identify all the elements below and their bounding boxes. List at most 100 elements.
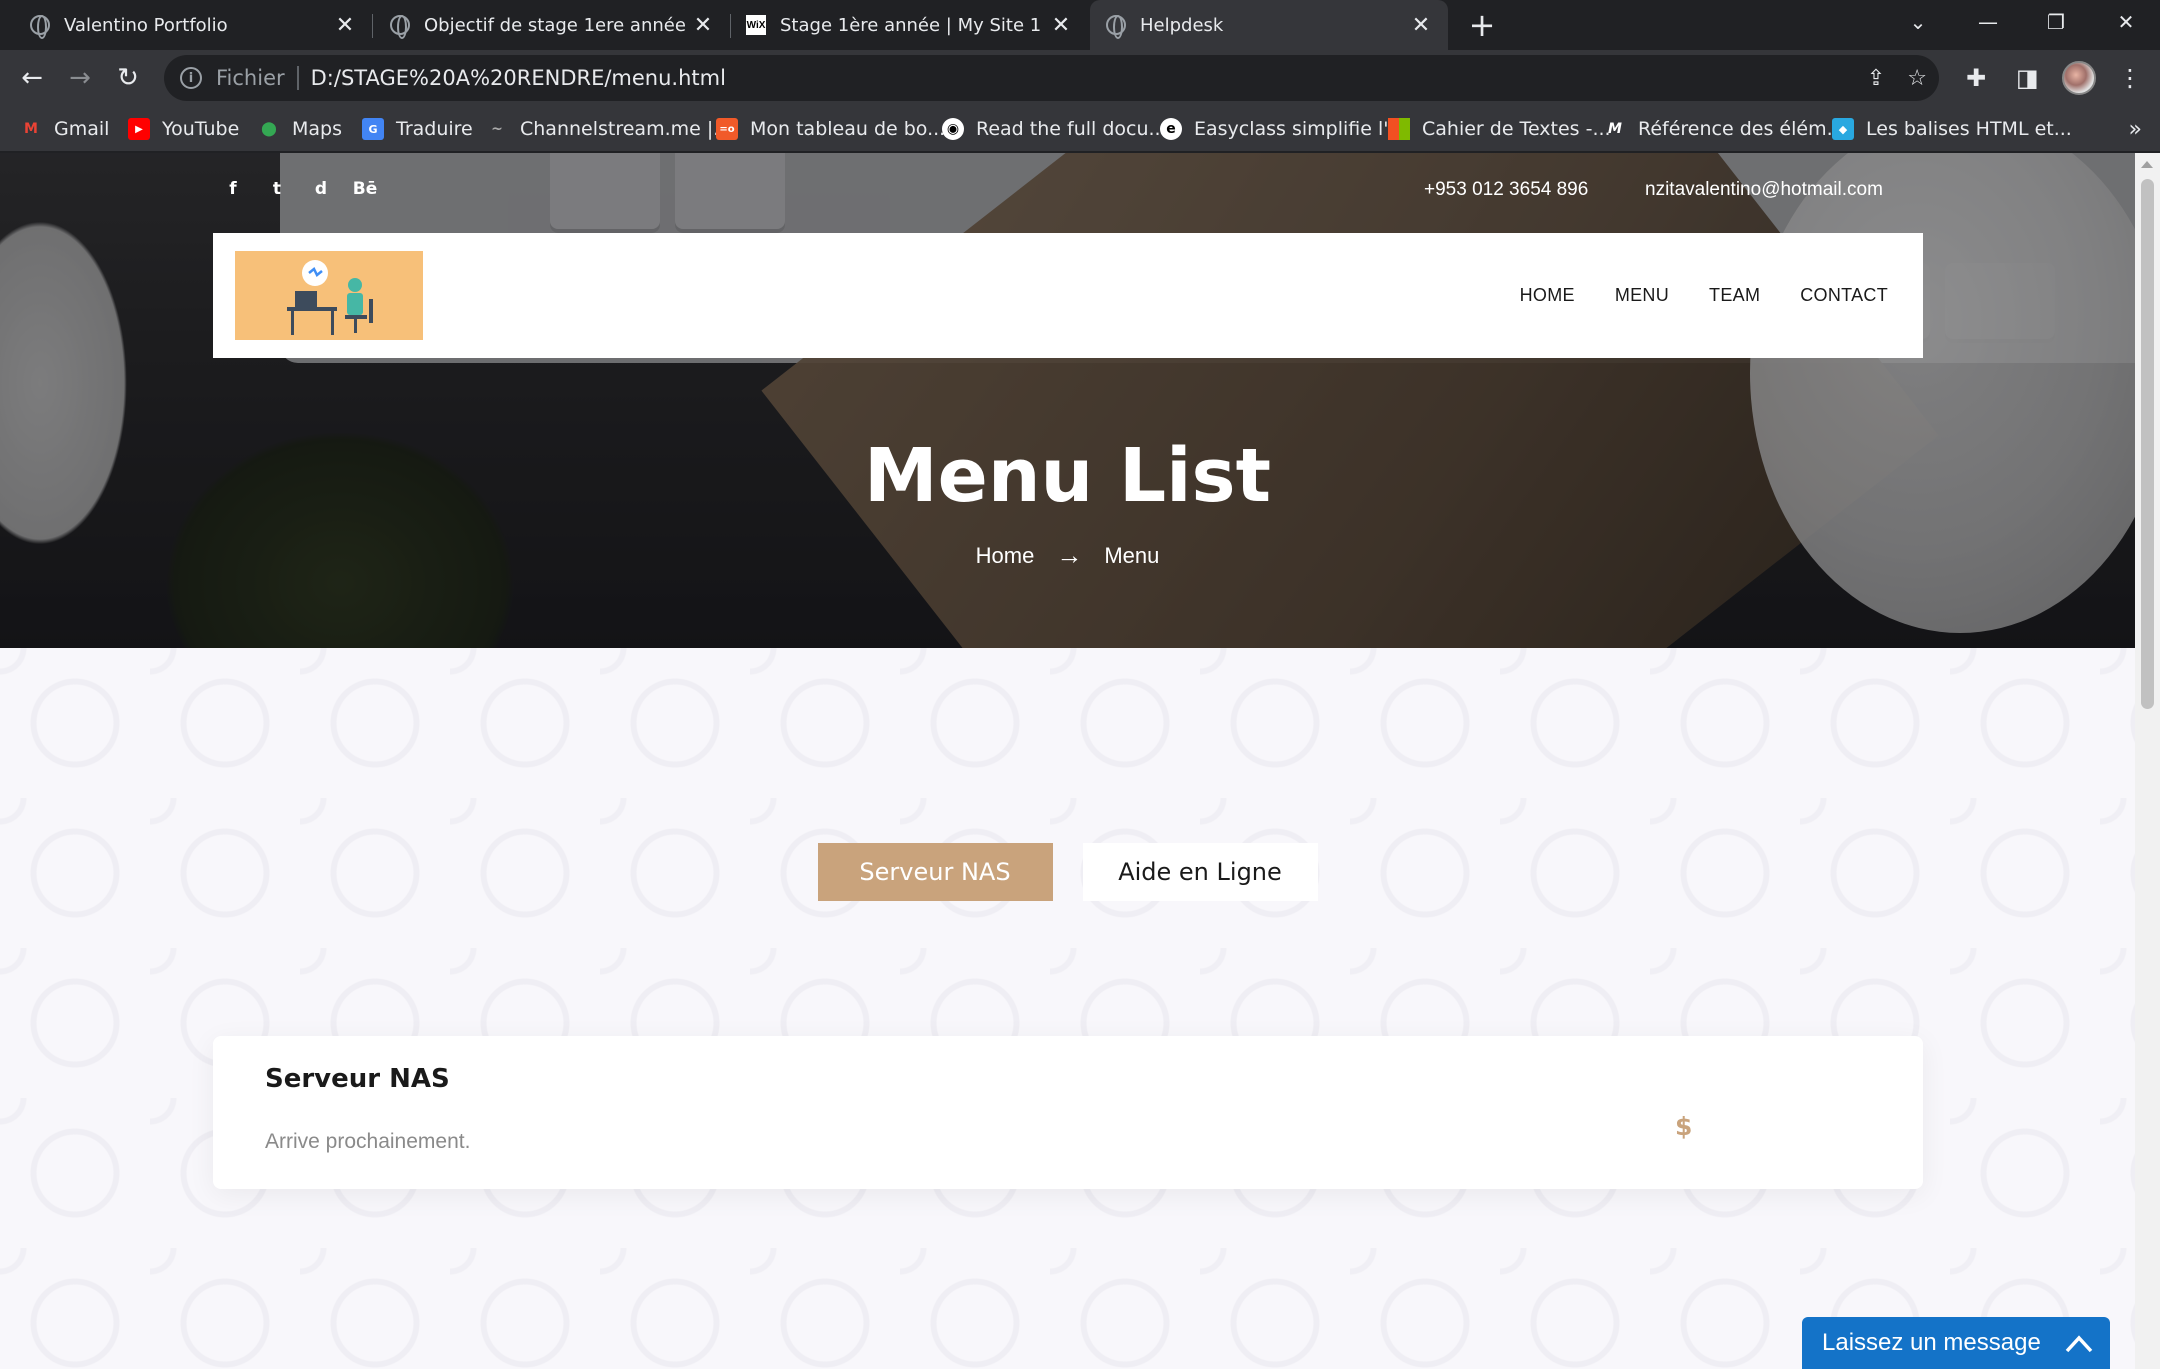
close-icon[interactable]: ✕: [330, 10, 360, 40]
bookmarks-overflow-button[interactable]: »: [2129, 106, 2142, 152]
globe-icon: [30, 15, 50, 39]
page-scrollbar[interactable]: [2135, 153, 2160, 1369]
browser-tab-4-active[interactable]: Helpdesk ✕: [1090, 0, 1448, 50]
hero-overlay: [0, 153, 2135, 648]
nav-team[interactable]: TEAM: [1709, 285, 1760, 306]
tab-title: Helpdesk: [1140, 14, 1224, 36]
profile-avatar[interactable]: [2062, 58, 2096, 98]
tab-title: Stage 1ère année | My Site 1: [780, 14, 1042, 36]
address-url[interactable]: D:/STAGE%20A%20RENDRE/menu.html: [311, 66, 726, 90]
globe-icon: [390, 15, 410, 39]
social-links: f t d Bē: [222, 179, 378, 199]
bookmark-channelstream[interactable]: ~ Channelstream.me |...: [486, 106, 731, 152]
nav-menu[interactable]: MENU: [1615, 285, 1669, 306]
menu-item-price: $: [1675, 1112, 1693, 1141]
window-close-button[interactable]: ✕: [2096, 0, 2156, 44]
dribbble-icon[interactable]: d: [310, 179, 332, 199]
hero-banner: f t d Bē +953 012 3654 896 nzitavalentin…: [0, 153, 2135, 648]
forward-button[interactable]: →: [60, 58, 100, 98]
bookmark-cahier-textes[interactable]: Cahier de Textes -...: [1388, 106, 1611, 152]
browser-toolbar: ← → ↻ i Fichier D:/STAGE%20A%20RENDRE/me…: [0, 50, 2160, 106]
page-viewport: f t d Bē +953 012 3654 896 nzitavalentin…: [0, 153, 2135, 1369]
maps-icon: ⬤: [261, 121, 277, 137]
easyclass-icon: e: [1160, 118, 1182, 140]
restore-button[interactable]: ❐: [2026, 0, 2086, 44]
browser-tab-2[interactable]: Objectif de stage 1ere année et t ✕: [372, 0, 730, 50]
behance-icon[interactable]: Bē: [353, 179, 378, 199]
breadcrumb-current: Menu: [1104, 542, 1160, 568]
bookmark-star-icon[interactable]: ☆: [1907, 66, 1927, 91]
bookmark-translate[interactable]: G Traduire: [362, 106, 473, 152]
twitter-icon[interactable]: t: [266, 179, 288, 199]
new-tab-button[interactable]: +: [1463, 6, 1501, 44]
arrow-right-icon: →: [1056, 540, 1083, 570]
browser-tab-3[interactable]: WiX Stage 1ère année | My Site 1 ✕: [730, 0, 1088, 50]
menu-item-description: Arrive prochainement.: [265, 1130, 471, 1153]
tab-title: Objectif de stage 1ere année et t: [424, 14, 688, 36]
menu-tabs: Serveur NAS Aide en Ligne: [0, 843, 2135, 901]
nav-home[interactable]: HOME: [1520, 285, 1575, 306]
globe-icon: [1106, 15, 1126, 39]
scrollbar-thumb[interactable]: [2141, 179, 2154, 709]
back-button[interactable]: ←: [12, 58, 52, 98]
bookmark-label: Mon tableau de bo...: [750, 118, 946, 140]
minimize-button[interactable]: —: [1958, 0, 2018, 44]
menu-kebab-icon[interactable]: ⋮: [2118, 58, 2142, 98]
bookmark-label: Les balises HTML et...: [1866, 118, 2072, 140]
reload-button[interactable]: ↻: [108, 58, 148, 98]
page-title: Menu List: [864, 433, 1271, 519]
close-icon[interactable]: ✕: [688, 10, 718, 40]
close-icon[interactable]: ✕: [1406, 10, 1436, 40]
share-icon[interactable]: ⇪: [1867, 66, 1885, 91]
address-scheme: Fichier: [216, 66, 285, 90]
tab-search-icon[interactable]: ⌄: [1888, 0, 1948, 44]
site-logo[interactable]: [235, 251, 423, 340]
breadcrumb-home[interactable]: Home: [976, 543, 1035, 569]
menu-item-card: Serveur NAS Arrive prochainement. $: [213, 1036, 1923, 1189]
bookmarks-bar: M Gmail ▶ YouTube ⬤ Maps G Traduire ~ Ch…: [0, 106, 2160, 152]
close-icon[interactable]: ✕: [1046, 10, 1076, 40]
browser-tab-1[interactable]: Valentino Portfolio ✕: [0, 0, 372, 50]
bookmark-dashboard[interactable]: =o Mon tableau de bo...: [716, 106, 945, 152]
scroll-up-icon[interactable]: [2141, 161, 2153, 168]
info-icon[interactable]: i: [180, 67, 202, 89]
dashboard-icon: =o: [716, 118, 738, 140]
live-chat-button[interactable]: Laissez un message: [1802, 1317, 2110, 1369]
bookmark-maps[interactable]: ⬤ Maps: [258, 106, 342, 152]
extensions-icon[interactable]: ✚: [1966, 58, 1986, 98]
browser-tab-strip: Valentino Portfolio ✕ Objectif de stage …: [0, 0, 2160, 50]
chevron-up-icon: [2065, 1335, 2093, 1353]
site-header: HOME MENU TEAM CONTACT: [213, 233, 1923, 358]
html-icon: ◆: [1832, 118, 1854, 140]
menu-item-title: Serveur NAS: [265, 1064, 450, 1094]
bookmark-label: Traduire: [396, 118, 473, 140]
github-icon: ◉: [942, 118, 964, 140]
bookmark-label: YouTube: [162, 118, 240, 140]
contact-email[interactable]: nzitavalentino@hotmail.com: [1645, 179, 1883, 201]
bookmark-label: Gmail: [54, 118, 110, 140]
nav-contact[interactable]: CONTACT: [1800, 285, 1888, 306]
address-bar[interactable]: i Fichier D:/STAGE%20A%20RENDRE/menu.htm…: [164, 55, 1939, 101]
translate-icon: G: [362, 118, 384, 140]
facebook-icon[interactable]: f: [222, 179, 244, 199]
bookmark-label: Read the full docu...: [976, 118, 1167, 140]
bookmark-youtube[interactable]: ▶ YouTube: [128, 106, 239, 152]
microsoft-icon: [1388, 118, 1410, 140]
wix-icon: WiX: [746, 15, 766, 35]
youtube-icon: ▶: [128, 118, 150, 140]
bookmark-label: Cahier de Textes -...: [1422, 118, 1611, 140]
bookmark-mdn[interactable]: M Référence des élém...: [1604, 106, 1845, 152]
breadcrumb: Home → Menu: [0, 540, 2135, 571]
side-panel-icon[interactable]: ◨: [2016, 58, 2039, 98]
address-divider: [296, 66, 299, 90]
bookmark-html-tags[interactable]: ◆ Les balises HTML et...: [1832, 106, 2072, 152]
tab-aide-en-ligne[interactable]: Aide en Ligne: [1082, 843, 1318, 901]
bookmark-gmail[interactable]: M Gmail: [20, 106, 109, 152]
contact-phone[interactable]: +953 012 3654 896: [1424, 179, 1588, 201]
bookmark-label: Easyclass simplifie l'...: [1194, 118, 1407, 140]
bookmark-easyclass[interactable]: e Easyclass simplifie l'...: [1160, 106, 1407, 152]
bookmark-label: Maps: [292, 118, 342, 140]
live-chat-label: Laissez un message: [1822, 1329, 2041, 1356]
tab-serveur-nas[interactable]: Serveur NAS: [817, 843, 1053, 901]
bookmark-github[interactable]: ◉ Read the full docu...: [942, 106, 1167, 152]
